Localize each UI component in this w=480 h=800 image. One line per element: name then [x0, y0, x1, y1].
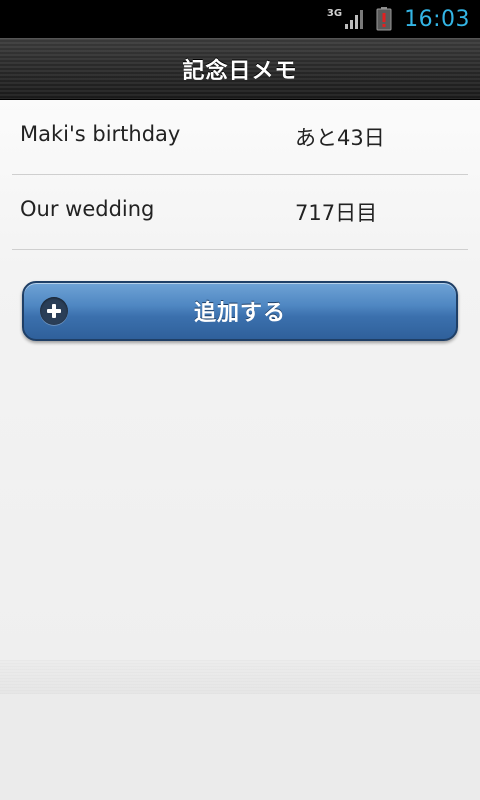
signal-icon: [344, 8, 366, 30]
bottom-area: [0, 694, 480, 800]
anniversary-days: 717日目: [295, 201, 378, 225]
list-item[interactable]: Our wedding 717日目: [12, 175, 468, 250]
list-item[interactable]: Maki's birthday あと43日: [12, 100, 468, 175]
anniversary-name: Our wedding: [20, 197, 155, 221]
battery-alert-icon: [376, 7, 392, 31]
add-button[interactable]: 追加する: [22, 281, 458, 341]
status-icons: 3G 16:03: [327, 0, 470, 38]
bottom-divider: [0, 660, 480, 694]
page-title: 記念日メモ: [182, 58, 298, 84]
add-button-label: 追加する: [193, 301, 286, 326]
clock: 16:03: [404, 6, 470, 32]
anniversary-list: Maki's birthday あと43日 Our wedding 717日目: [12, 100, 468, 250]
main-content: Maki's birthday あと43日 Our wedding 717日目 …: [0, 100, 480, 660]
app-header: 記念日メモ: [0, 38, 480, 100]
anniversary-days: あと43日: [295, 126, 385, 150]
anniversary-name: Maki's birthday: [20, 122, 181, 146]
status-bar: 3G 16:03: [0, 0, 480, 38]
network-type-label: 3G: [326, 7, 343, 19]
